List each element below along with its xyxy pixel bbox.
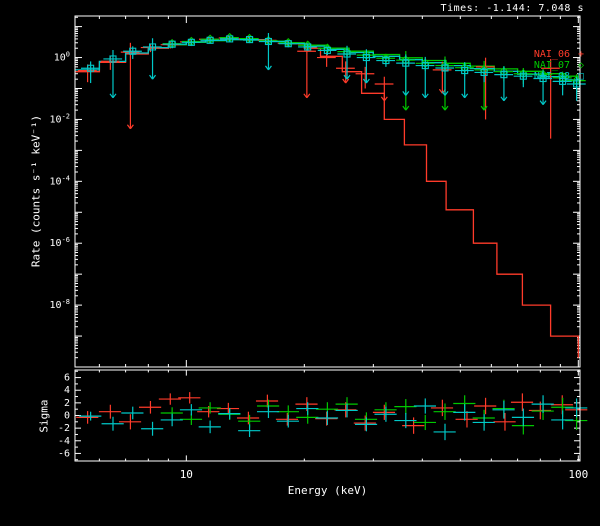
svg-text:10: 10 xyxy=(180,468,193,481)
plus-marker-icon: + xyxy=(577,49,585,60)
svg-text:6: 6 xyxy=(64,373,70,384)
svg-text:10-4: 10-4 xyxy=(50,174,70,187)
svg-text:0: 0 xyxy=(64,411,70,422)
legend: NAI_06 + NAI_07 ◇ NAI_08 □ xyxy=(534,49,586,82)
x-axis-label: Energy (keV) xyxy=(287,484,368,497)
y-axis-label: Rate (counts s⁻¹ keV⁻¹) xyxy=(29,114,43,268)
sigma-axis-label: Sigma xyxy=(37,399,51,433)
svg-text:10-6: 10-6 xyxy=(50,236,70,249)
chart-canvas: 10 100 100 10-2 10-4 10-6 10-8 64 2 0-2 -4-6 xyxy=(50,15,588,481)
svg-text:100: 100 xyxy=(568,468,588,481)
spectral-fit-figure: 10 100 100 10-2 10-4 10-6 10-8 6 4 2 0 -2 -4 -6 Times… xyxy=(0,0,600,526)
svg-text:2: 2 xyxy=(64,398,70,409)
svg-text:4: 4 xyxy=(64,385,70,396)
svg-text:-6: -6 xyxy=(58,448,70,459)
svg-text:10-8: 10-8 xyxy=(50,298,70,311)
legend-item-nai06: NAI_06 + xyxy=(534,49,586,60)
diamond-marker-icon: ◇ xyxy=(577,60,585,71)
legend-item-nai07: NAI_07 ◇ xyxy=(534,60,586,71)
svg-text:10-2: 10-2 xyxy=(50,112,70,125)
svg-text:-2: -2 xyxy=(58,423,70,434)
time-range-title: Times: -1.144: 7.048 s xyxy=(440,3,584,14)
legend-label: NAI_07 xyxy=(533,60,570,71)
square-marker-icon: □ xyxy=(577,71,585,82)
legend-item-nai08: NAI_08 □ xyxy=(534,71,586,82)
svg-text:100: 100 xyxy=(54,51,70,64)
legend-label: NAI_06 xyxy=(533,49,570,60)
svg-text:-4: -4 xyxy=(58,436,70,447)
legend-label: NAI_08 xyxy=(533,71,570,82)
